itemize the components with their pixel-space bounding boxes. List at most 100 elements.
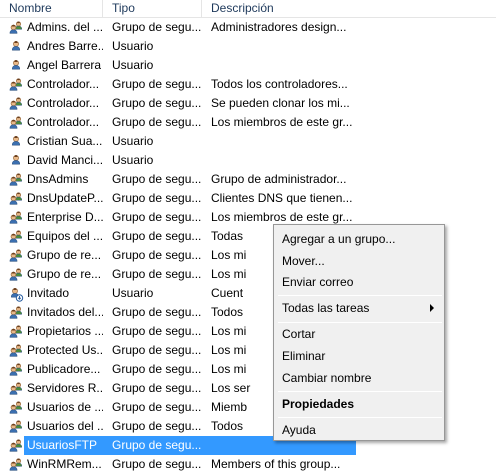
cell-name: Angel Barrera (0, 56, 103, 75)
menu-item-agregar-grupo[interactable]: Agregar a un grupo... (276, 229, 442, 249)
cell-type: Grupo de segu... (112, 267, 202, 281)
group-icon (8, 172, 24, 188)
table-row[interactable]: Andres Barre... Usuario (0, 37, 496, 56)
row-name-text: Controlador... (27, 77, 100, 91)
cell-name: Usuarios del ... (0, 417, 103, 436)
group-icon (8, 248, 24, 264)
table-row[interactable]: WinRMRem... Grupo de segu... Members of th… (0, 455, 496, 472)
cell-description: Todos los controladores... (211, 77, 348, 91)
cell-type: Grupo de segu... (112, 96, 202, 110)
menu-item-todas-tareas[interactable]: Todas las tareas (276, 298, 442, 318)
cell-name: Grupo de re... (0, 265, 103, 284)
row-name-text: Grupo de re... (27, 248, 102, 262)
row-name-text: Protected Us... (27, 343, 103, 357)
group-icon (8, 210, 24, 226)
menu-item-ayuda[interactable]: Ayuda (276, 420, 442, 440)
menu-separator (278, 295, 442, 296)
row-name-text: Usuarios del ... (27, 419, 103, 433)
row-name-text: WinRMRem... (27, 457, 102, 471)
cell-type: Grupo de segu... (112, 248, 202, 262)
menu-item-mover[interactable]: Mover... (276, 251, 442, 271)
cell-name: DnsUpdateP... (0, 189, 103, 208)
group-icon (8, 343, 24, 359)
cell-name: Admins. del ... (0, 18, 103, 37)
cell-description: Clientes DNS que tienen... (211, 191, 353, 205)
user-icon (8, 134, 24, 150)
menu-item-enviar-correo[interactable]: Enviar correo (276, 272, 442, 292)
column-header-nombre[interactable]: Nombre (0, 0, 103, 18)
table-row[interactable]: DnsAdmins Grupo de segu... Grupo de admini… (0, 170, 496, 189)
cell-type: Grupo de segu... (112, 77, 202, 91)
row-name-text: Invitados del... (27, 305, 103, 319)
group-icon (8, 438, 24, 454)
column-header-tipo[interactable]: Tipo (103, 0, 202, 18)
table-row[interactable]: David Manci... Usuario (0, 151, 496, 170)
cell-type: Usuario (112, 153, 154, 167)
user-icon (8, 58, 24, 74)
menu-item-cambiar-nombre[interactable]: Cambiar nombre (276, 368, 442, 388)
cell-name: David Manci... (0, 151, 103, 170)
cell-name: Equipos del ... (0, 227, 103, 246)
group-icon (8, 115, 24, 131)
row-name-text: DnsAdmins (27, 172, 89, 186)
menu-item-propiedades[interactable]: Propiedades (276, 394, 442, 414)
row-name-text: UsuariosFTP (27, 438, 98, 452)
user-disabled-icon (8, 286, 24, 302)
cell-type: Usuario (112, 134, 154, 148)
group-icon (8, 457, 24, 472)
cell-description: Se pueden clonar los mi... (211, 96, 350, 110)
row-name-text: Equipos del ... (27, 229, 103, 243)
cell-type: Grupo de segu... (112, 381, 202, 395)
cell-name: Controlador... (0, 94, 103, 113)
user-icon (8, 153, 24, 169)
submenu-arrow-icon (430, 304, 434, 312)
table-row[interactable]: DnsUpdateP... Grupo de segu... Clientes DN… (0, 189, 496, 208)
cell-name: Invitado (0, 284, 103, 303)
group-icon (8, 381, 24, 397)
cell-name: Usuarios de ... (0, 398, 103, 417)
row-name-text: Controlador... (27, 96, 100, 110)
cell-type: Grupo de segu... (112, 400, 202, 414)
cell-name: Protected Us... (0, 341, 103, 360)
menu-item-label: Cortar (282, 327, 316, 341)
cell-type: Grupo de segu... (112, 324, 202, 338)
row-name-text: Cristian Sua... (27, 134, 103, 148)
cell-type: Grupo de segu... (112, 191, 202, 205)
menu-item-label: Todas las tareas (282, 301, 370, 315)
table-row[interactable]: Admins. del ... Grupo de segu... Administr… (0, 18, 496, 37)
cell-name: Controlador... (0, 113, 103, 132)
table-row[interactable]: Controlador... Grupo de segu... Todos los … (0, 75, 496, 94)
menu-item-label: Agregar a un grupo... (282, 232, 396, 246)
group-icon (8, 305, 24, 321)
cell-type: Grupo de segu... (112, 438, 202, 452)
cell-name: UsuariosFTP (0, 436, 103, 455)
menu-item-label: Mover... (282, 254, 325, 268)
cell-name: Servidores R... (0, 379, 103, 398)
group-icon (8, 20, 24, 36)
cell-type: Grupo de segu... (112, 305, 202, 319)
cell-description (202, 132, 496, 151)
table-row[interactable]: Angel Barrera Usuario (0, 56, 496, 75)
menu-separator (278, 417, 442, 418)
cell-type: Grupo de segu... (112, 115, 202, 129)
menu-item-label: Eliminar (282, 349, 326, 363)
group-icon (8, 229, 24, 245)
row-name-text: Admins. del ... (27, 20, 103, 34)
menu-item-cortar[interactable]: Cortar (276, 324, 442, 344)
row-name-text: Publicadore... (27, 362, 101, 376)
cell-description: Administradores design... (211, 20, 347, 34)
cell-description: Members of this group... (211, 457, 341, 471)
cell-description (202, 37, 496, 56)
cell-description (202, 56, 496, 75)
menu-item-label: Ayuda (282, 423, 316, 437)
table-row[interactable]: Cristian Sua... Usuario (0, 132, 496, 151)
row-name-text: DnsUpdateP... (27, 191, 103, 205)
row-name-text: Invitado (27, 286, 70, 300)
cell-description (202, 151, 496, 170)
cell-name: Publicadore... (0, 360, 103, 379)
table-row[interactable]: Controlador... Grupo de segu... Se pueden … (0, 94, 496, 113)
cell-type: Grupo de segu... (112, 20, 202, 34)
table-row[interactable]: Controlador... Grupo de segu... Los miembr… (0, 113, 496, 132)
menu-item-eliminar[interactable]: Eliminar (276, 346, 442, 366)
column-header-descripcion[interactable]: Descripción (202, 0, 496, 18)
